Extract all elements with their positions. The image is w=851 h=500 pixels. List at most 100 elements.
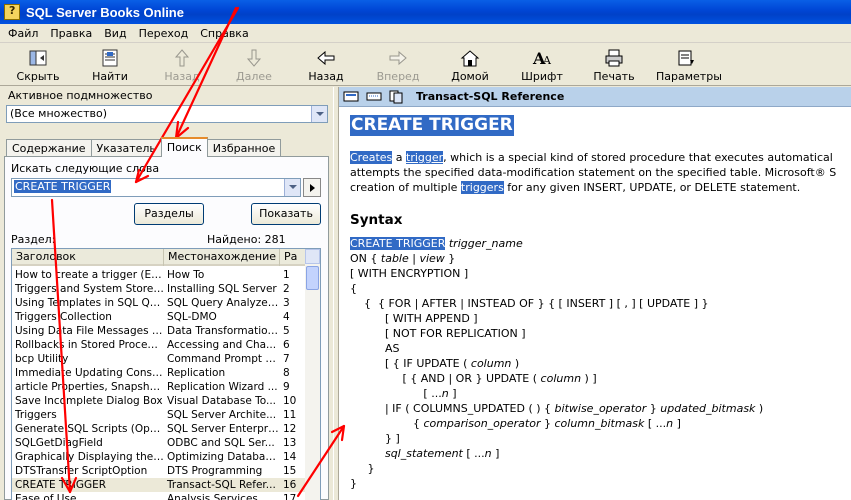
results-header: Заголовок Местонахождение Ра: [12, 249, 307, 266]
chevron-down-icon[interactable]: [284, 179, 300, 196]
table-row[interactable]: Triggers and System Stored ... Installing…: [12, 282, 307, 296]
menu-view[interactable]: Вид: [98, 27, 132, 40]
row-title: bcp Utility: [15, 353, 69, 365]
row-location: ODBC and SQL Ser...: [167, 437, 275, 449]
syntax-heading: Syntax: [350, 212, 403, 228]
font-button[interactable]: AA Шрифт: [512, 48, 572, 83]
arrow-left-icon: [317, 50, 335, 66]
topic-header: Transact-SQL Reference: [339, 87, 851, 107]
row-rank: 9: [283, 381, 290, 393]
print-button[interactable]: Печать: [584, 48, 644, 83]
topic-pane: Transact-SQL Reference CREATE TRIGGER Cr…: [339, 87, 851, 500]
column-title[interactable]: Заголовок: [12, 249, 164, 266]
column-location[interactable]: Местонахождение: [164, 249, 280, 266]
toolbar: Скрыть Найти Назад Далее Назад Вперед До…: [0, 44, 851, 86]
search-label: Искать следующие слова: [11, 162, 160, 175]
table-row[interactable]: SQLGetDiagField ODBC and SQL Ser... 13: [12, 436, 307, 450]
tab-search[interactable]: Поиск: [160, 137, 208, 157]
search-results-list[interactable]: Заголовок Местонахождение Ра How to crea…: [11, 248, 321, 500]
row-title: How to create a trigger (Ente...: [15, 269, 164, 281]
home-button[interactable]: Домой: [440, 48, 500, 83]
row-location: SQL Query Analyzer...: [167, 297, 280, 309]
options-button[interactable]: Параметры: [656, 48, 722, 83]
table-row[interactable]: DTSTransfer ScriptOption DTS Programming 1…: [12, 464, 307, 478]
previous-topic-icon[interactable]: [343, 91, 359, 102]
scroll-thumb[interactable]: [306, 266, 319, 290]
row-location: Replication Wizard ...: [167, 381, 278, 393]
search-input[interactable]: CREATE TRIGGER: [11, 178, 301, 197]
row-title: Triggers and System Stored ...: [15, 283, 164, 295]
row-title: Save Incomplete Dialog Box: [15, 395, 163, 407]
tab-index[interactable]: Указатель: [90, 139, 162, 157]
highlight-triggers: triggers: [460, 181, 504, 194]
tab-favorites[interactable]: Избранное: [206, 139, 282, 157]
topic-pages-icon[interactable]: [389, 90, 403, 104]
table-row[interactable]: Generate SQL Scripts (Optio... SQL Server…: [12, 422, 307, 436]
row-location: SQL-DMO: [167, 311, 217, 323]
tab-contents[interactable]: Содержание: [6, 139, 92, 157]
scroll-up-icon[interactable]: [305, 249, 320, 264]
find-button[interactable]: Найти: [80, 48, 140, 83]
table-row[interactable]: Using Templates in SQL Que... SQL Query A…: [12, 296, 307, 310]
forward-button[interactable]: Вперед: [368, 48, 428, 83]
row-rank: 8: [283, 367, 290, 379]
row-title: Using Templates in SQL Que...: [15, 297, 164, 309]
row-rank: 6: [283, 339, 290, 351]
forward-disabled-button[interactable]: Далее: [224, 48, 284, 83]
locate-icon: [102, 49, 118, 67]
row-rank: 15: [283, 465, 297, 477]
active-subset-select[interactable]: (Все множество): [6, 105, 328, 123]
results-scrollbar[interactable]: [305, 249, 320, 500]
row-title: DTSTransfer ScriptOption: [15, 465, 148, 477]
list-topics-button[interactable]: Разделы: [134, 203, 204, 225]
table-row[interactable]: Triggers SQL Server Archite... 11: [12, 408, 307, 422]
topic-content: CREATE TRIGGER Creates a trigger, which …: [350, 115, 851, 491]
row-title: article Properties, Snapshot ...: [15, 381, 164, 393]
menu-go[interactable]: Переход: [133, 27, 195, 40]
chevron-down-icon[interactable]: [311, 106, 327, 122]
active-subset-label: Активное подмножество: [8, 89, 153, 102]
font-icon: AA: [532, 49, 552, 68]
display-button[interactable]: Показать: [251, 203, 321, 225]
row-title: Generate SQL Scripts (Optio...: [15, 423, 164, 435]
table-row[interactable]: Using Data File Messages to ... Data Tran…: [12, 324, 307, 338]
table-row[interactable]: Save Incomplete Dialog Box Visual Databas…: [12, 394, 307, 408]
hide-button[interactable]: Скрыть: [8, 48, 68, 83]
hide-pane-icon: [29, 50, 47, 66]
row-title: Ease of Use: [15, 493, 77, 500]
table-row[interactable]: Rollbacks in Stored Procedur... Accessing…: [12, 338, 307, 352]
search-menu-arrow-button[interactable]: [303, 178, 321, 197]
menu-edit[interactable]: Правка: [44, 27, 98, 40]
row-location: Transact-SQL Refer...: [167, 479, 276, 491]
table-row[interactable]: Immediate Updating Consider...Replicatio…: [12, 366, 307, 380]
menu-bar: Файл Правка Вид Переход Справка: [0, 24, 851, 43]
table-row[interactable]: CREATE TRIGGER Transact-SQL Refer... 16: [12, 478, 307, 492]
row-location: Replication: [167, 367, 226, 379]
highlight-creates: Creates: [350, 151, 393, 164]
row-location: SQL Server Archite...: [167, 409, 277, 421]
row-title: Graphically Displaying the Ex...: [15, 451, 164, 463]
menu-file[interactable]: Файл: [2, 27, 44, 40]
table-row[interactable]: Ease of Use Analysis Services 17: [12, 492, 307, 500]
table-row[interactable]: How to create a trigger (Ente... How To 1: [12, 268, 307, 282]
row-rank: 1: [283, 269, 290, 281]
table-row[interactable]: Triggers Collection SQL-DMO 4: [12, 310, 307, 324]
menu-help[interactable]: Справка: [194, 27, 254, 40]
description-paragraph: Creates a trigger, which is a special ki…: [350, 151, 837, 194]
back-disabled-button[interactable]: Назад: [152, 48, 212, 83]
row-title: Immediate Updating Consider...: [15, 367, 164, 379]
link-trigger[interactable]: trigger: [406, 151, 444, 164]
table-row[interactable]: article Properties, Snapshot ... Replicat…: [12, 380, 307, 394]
svg-text:A: A: [542, 54, 552, 67]
help-book-icon: [4, 4, 20, 20]
keyboard-icon[interactable]: [366, 91, 382, 102]
column-rank[interactable]: Ра: [280, 249, 307, 266]
row-rank: 14: [283, 451, 297, 463]
window-title: SQL Server Books Online: [26, 4, 184, 20]
table-row[interactable]: Graphically Displaying the Ex... Optimizi…: [12, 450, 307, 464]
row-location: Installing SQL Server: [167, 283, 277, 295]
row-location: Visual Database To...: [167, 395, 277, 407]
row-location: DTS Programming: [167, 465, 263, 477]
back-button[interactable]: Назад: [296, 48, 356, 83]
table-row[interactable]: bcp Utility Command Prompt U... 7: [12, 352, 307, 366]
